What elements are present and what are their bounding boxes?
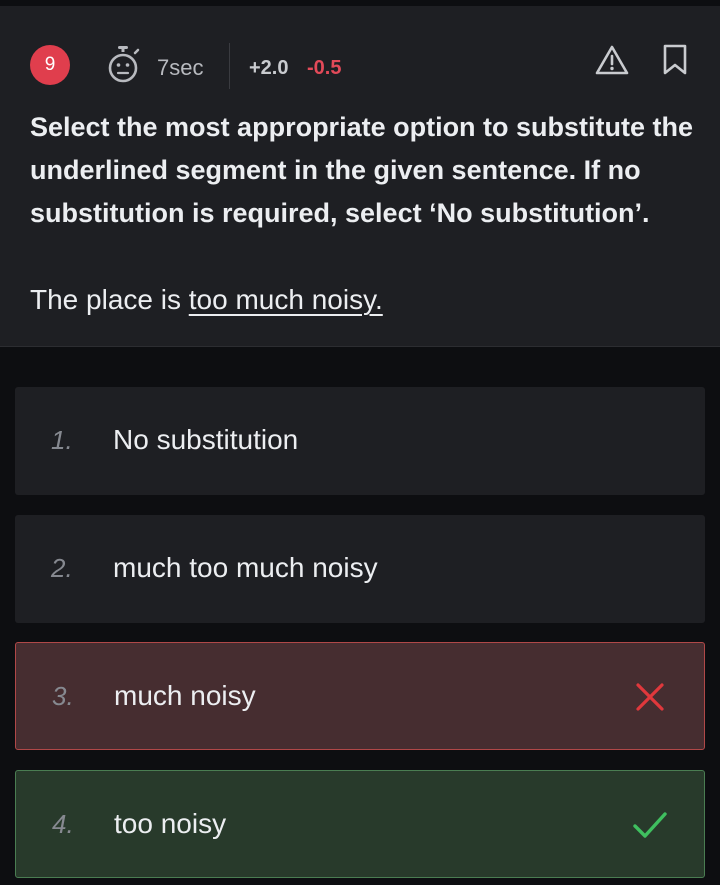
positive-marks: +2.0 — [249, 57, 289, 79]
question-prompt: Select the most appropriate option to su… — [30, 112, 694, 228]
question-card: 9 7sec +2.0 -0.5 Select the most appropr… — [0, 6, 720, 347]
option-number: 3. — [52, 681, 74, 711]
sentence-underlined-segment: too much noisy. — [188, 284, 383, 315]
timer-text: 7sec — [157, 55, 204, 80]
question-number-badge: 9 — [30, 45, 70, 85]
header-divider — [229, 43, 230, 89]
warning-triangle-icon[interactable] — [595, 44, 629, 76]
negative-marks: -0.5 — [307, 57, 342, 79]
option-label: No substitution — [113, 424, 299, 455]
option-3[interactable]: 3. much noisy — [15, 642, 705, 750]
option-label: much too much noisy — [113, 552, 378, 583]
option-label: much noisy — [114, 680, 256, 711]
sentence-prefix: The place is — [30, 284, 189, 315]
option-label: too noisy — [114, 808, 227, 839]
check-icon — [633, 812, 667, 838]
option-4[interactable]: 4. too noisy — [15, 770, 705, 878]
option-2[interactable]: 2. much too much noisy — [15, 515, 705, 623]
option-number: 1. — [51, 425, 73, 455]
option-1[interactable]: 1. No substitution — [15, 387, 705, 495]
question-sentence: The place is too much noisy. — [30, 278, 700, 321]
option-number: 2. — [51, 553, 73, 583]
face-stopwatch-icon — [108, 46, 140, 83]
cross-icon — [636, 683, 664, 711]
bookmark-icon[interactable] — [662, 44, 688, 76]
option-number: 4. — [52, 809, 74, 839]
